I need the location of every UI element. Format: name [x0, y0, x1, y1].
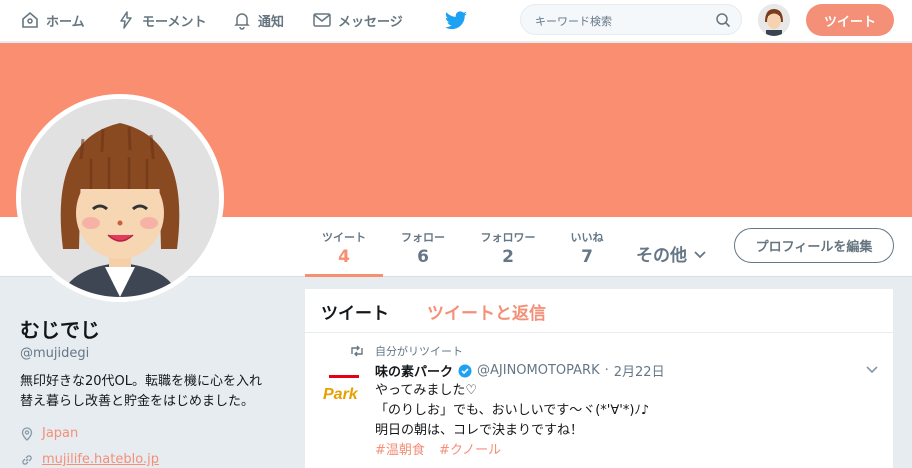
search-placeholder: キーワード検索	[535, 15, 612, 28]
profile-bio: 無印好きな20代OL。転職を機に心を入れ 替え暮らし改善と貯金をはじめました。	[20, 372, 286, 412]
stat-likes[interactable]: いいね 7	[548, 217, 626, 277]
logo-text: Park	[323, 386, 359, 403]
nav-moments[interactable]: モーメント	[116, 0, 206, 40]
stat-following[interactable]: フォロー 6	[384, 217, 462, 277]
tweet-text-line: 明日の朝は、コレで決まりですね！	[375, 423, 584, 438]
profile-url[interactable]: mujilife.hateblo.jp	[20, 452, 159, 467]
search-input[interactable]: キーワード検索	[520, 4, 742, 35]
stat-followers-value: 2	[502, 247, 514, 267]
profile-name: むじでじ	[20, 318, 100, 342]
tweet-author-handle[interactable]: @AJINOMOTOPARK	[477, 363, 600, 378]
chevron-down-icon[interactable]	[865, 365, 879, 375]
profile-url-text: mujilife.hateblo.jp	[42, 452, 159, 467]
avatar[interactable]	[758, 4, 790, 36]
nav-notifications-label: 通知	[258, 14, 285, 30]
twitter-bird-icon[interactable]	[444, 8, 468, 32]
stat-following-label: フォロー	[401, 231, 445, 244]
profile-location-text: Japan	[42, 426, 79, 441]
nav-home[interactable]: ホーム	[20, 0, 85, 40]
timeline: ツイート ツイートと返信 自分がリツイート Park 味の素パーク @AJINO…	[305, 289, 893, 468]
stat-following-value: 6	[417, 247, 429, 267]
nav-messages-label: メッセージ	[338, 14, 403, 30]
profile-bio-line: 無印好きな20代OL。転職を機に心を入れ	[20, 374, 263, 389]
retweet-context-text: 自分がリツイート	[375, 345, 463, 358]
ajinomoto-park-logo-icon: Park	[321, 369, 367, 407]
tweet-date[interactable]: 2月22日	[614, 361, 665, 380]
tweet-author-avatar[interactable]: Park	[321, 369, 367, 407]
nav-messages[interactable]: メッセージ	[312, 0, 403, 40]
profile-avatar-illustration-icon	[21, 99, 219, 297]
edit-profile-button[interactable]: プロフィールを編集	[734, 228, 894, 263]
tweet-text-line: 「のりしお」でも、おいしいです〜ヾ(*'∀'*)ﾉ♪	[375, 403, 650, 418]
tweet-text: やってみました♡ 「のりしお」でも、おいしいです〜ヾ(*'∀'*)ﾉ♪ 明日の朝…	[375, 381, 649, 461]
stat-followers[interactable]: フォロワー 2	[469, 217, 547, 277]
top-navigation: ホーム モーメント 通知 メッセージ キーワード検索 ツイート	[0, 0, 912, 42]
tweet-text-line: やってみました♡	[375, 383, 478, 398]
stat-tweets-label: ツイート	[322, 231, 366, 244]
tweet-separator: ·	[604, 363, 609, 378]
profile-handle: @mujidegi	[20, 346, 90, 361]
verified-badge-icon	[458, 364, 472, 377]
nav-notifications[interactable]: 通知	[232, 0, 284, 40]
retweet-icon	[351, 345, 363, 357]
more-label: その他	[636, 246, 687, 266]
lightning-icon	[120, 11, 132, 29]
chevron-down-icon	[694, 250, 706, 258]
timeline-tabs: ツイート ツイートと返信	[305, 289, 893, 333]
nav-moments-label: モーメント	[142, 14, 207, 30]
profile-bio-line: 替え暮らし改善と貯金をはじめました。	[20, 394, 255, 409]
tweet-header: 味の素パーク @AJINOMOTOPARK · 2月22日	[375, 361, 665, 380]
tweet-hashtags: #温朝食 #クノール	[375, 441, 649, 461]
hashtag-link[interactable]: #クノール	[439, 443, 501, 458]
envelope-icon	[313, 13, 331, 27]
bell-icon	[234, 13, 250, 30]
stat-likes-label: いいね	[570, 231, 604, 244]
more-menu[interactable]: その他	[636, 241, 707, 266]
profile-avatar[interactable]	[16, 94, 224, 302]
retweet-context: 自分がリツイート	[349, 343, 463, 359]
stat-tweets-value: 4	[338, 247, 350, 267]
stat-followers-label: フォロワー	[480, 231, 536, 244]
link-icon	[22, 454, 32, 465]
tab-tweets[interactable]: ツイート	[321, 299, 389, 324]
nav-home-label: ホーム	[46, 14, 85, 30]
location-pin-icon	[21, 426, 33, 441]
user-avatar-icon	[758, 4, 790, 36]
search-icon[interactable]	[715, 12, 731, 28]
home-icon	[22, 11, 38, 28]
tab-tweets-and-replies[interactable]: ツイートと返信	[427, 299, 546, 324]
stat-likes-value: 7	[581, 247, 593, 267]
tweet-author-name[interactable]: 味の素パーク	[375, 361, 453, 380]
tweet-button[interactable]: ツイート	[806, 4, 894, 36]
profile-location[interactable]: Japan	[20, 426, 78, 441]
hashtag-link[interactable]: #温朝食	[375, 443, 425, 458]
stat-tweets[interactable]: ツイート 4	[305, 217, 383, 277]
